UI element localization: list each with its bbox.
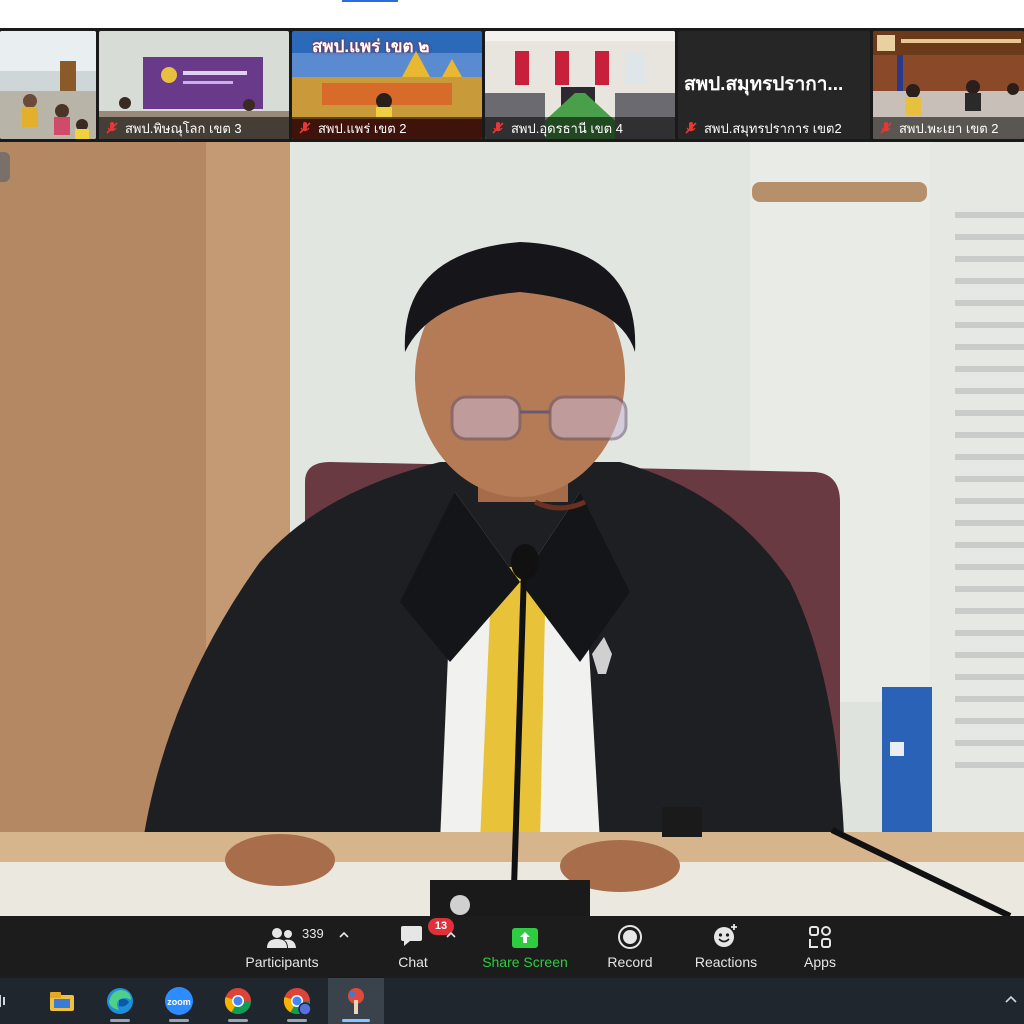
thumbnail-banner-text: สพป.แพร่ เขต ๒ — [312, 37, 430, 56]
participant-name-label: สพป.พิษณุโลก เขต 3 — [99, 117, 289, 139]
muted-mic-icon — [299, 122, 311, 134]
participants-button[interactable]: Participants 339 — [236, 916, 328, 978]
participant-thumbnail[interactable]: สพป.พะเยา เขต 2 — [873, 31, 1024, 139]
file-explorer-icon[interactable] — [34, 978, 90, 1024]
participant-thumbnail[interactable] — [0, 31, 96, 139]
reactions-button[interactable]: Reactions — [688, 916, 764, 978]
paint-app-icon[interactable] — [328, 978, 384, 1024]
participant-thumbnail[interactable]: สพป.สมุทรปรากา... สพป.สมุทรปราการ เขต2 — [678, 31, 870, 139]
muted-mic-icon — [685, 122, 697, 134]
main-video-view[interactable] — [0, 142, 1024, 916]
participant-name-label: สพป.สมุทรปราการ เขต2 — [678, 117, 870, 139]
participant-thumbnail-strip: สพป.พิษณุโลก เขต 3 สพป.แพร่ เขต ๒ สพป.แพ… — [0, 28, 1024, 142]
reactions-icon — [714, 924, 737, 947]
zoom-icon[interactable]: zoom — [151, 978, 207, 1024]
participant-thumbnail[interactable]: สพป.แพร่ เขต ๒ สพป.แพร่ เขต 2 — [292, 31, 482, 139]
participant-name-label: สพป.แพร่ เขต 2 — [292, 117, 482, 139]
apps-icon — [809, 926, 831, 948]
chrome-icon[interactable] — [210, 978, 266, 1024]
windows-taskbar: zoom — [0, 978, 1024, 1024]
record-button[interactable]: Record — [600, 916, 660, 978]
chat-icon — [401, 926, 422, 946]
participant-name-label: สพป.พะเยา เขต 2 — [873, 117, 1024, 139]
participants-icon — [267, 928, 296, 948]
participant-thumbnail[interactable]: สพป.อุดรธานี เขต 4 — [485, 31, 675, 139]
participant-name-label: สพป.อุดรธานี เขต 4 — [485, 117, 675, 139]
svg-text:zoom: zoom — [167, 997, 191, 1007]
participants-options-chevron-icon[interactable] — [339, 930, 349, 940]
system-tray-chevron-icon[interactable] — [1004, 992, 1018, 1006]
window-top-strip — [0, 0, 1024, 28]
participant-thumbnail[interactable]: สพป.พิษณุโลก เขต 3 — [99, 31, 289, 139]
participant-display-name: สพป.สมุทรปรากา... — [684, 74, 844, 95]
chat-button[interactable]: 13 Chat — [384, 916, 454, 978]
muted-mic-icon — [880, 122, 892, 134]
participant-count: 339 — [302, 926, 324, 941]
meeting-control-bar: Participants 339 13 Chat Share Screen Re… — [0, 916, 1024, 978]
record-icon — [618, 925, 642, 949]
chat-options-chevron-icon[interactable] — [446, 930, 456, 940]
edge-icon[interactable] — [92, 978, 148, 1024]
panel-handle[interactable] — [0, 152, 10, 182]
video-feed — [0, 31, 96, 139]
share-screen-icon — [512, 928, 538, 948]
chrome-profile-icon[interactable] — [269, 978, 325, 1024]
speaker-video-feed — [0, 142, 1024, 916]
share-screen-button[interactable]: Share Screen — [478, 916, 572, 978]
apps-button[interactable]: Apps — [794, 916, 846, 978]
taskbar-search-icon[interactable] — [0, 978, 20, 1024]
top-indicator — [342, 0, 398, 2]
muted-mic-icon — [492, 122, 504, 134]
muted-mic-icon — [106, 122, 118, 134]
